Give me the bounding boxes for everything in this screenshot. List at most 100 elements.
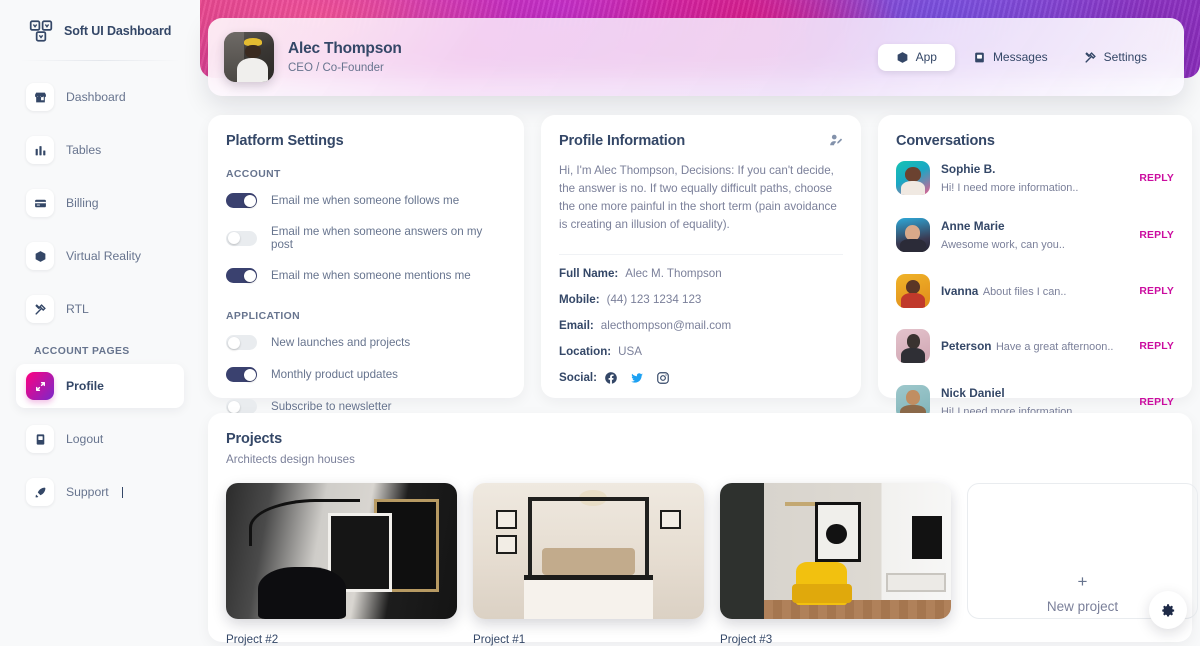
conversation-name: Peterson xyxy=(941,339,992,353)
brand[interactable]: Soft UI Dashboard xyxy=(8,0,192,60)
sidebar-item-label: Logout xyxy=(66,432,104,446)
profile-icon xyxy=(26,372,54,400)
info-key: Social: xyxy=(559,371,598,385)
reply-button[interactable]: REPLY xyxy=(1139,397,1174,408)
project-name: Project #1 xyxy=(473,633,526,646)
main-content: Alec Thompson CEO / Co-Founder App Messa… xyxy=(200,0,1200,646)
toggle-email-mentions[interactable] xyxy=(226,268,257,283)
instagram-icon[interactable] xyxy=(656,371,670,385)
info-key: Full Name: xyxy=(559,266,619,280)
project-card[interactable]: Project #3 xyxy=(720,483,951,646)
setting-label: New launches and projects xyxy=(271,336,411,349)
conversation-name: Nick Daniel xyxy=(941,386,1005,400)
sidebar-nav: Dashboard Tables Billing Virtual Reality… xyxy=(8,75,192,514)
conversation-message: About files I can.. xyxy=(982,286,1067,298)
info-row-full-name: Full Name: Alec M. Thompson xyxy=(559,267,843,280)
profile-information-title: Profile Information xyxy=(559,133,686,149)
shop-icon xyxy=(26,83,54,111)
settings-fab-button[interactable] xyxy=(1149,591,1187,629)
divider xyxy=(559,253,843,255)
tab-label: App xyxy=(915,50,937,64)
setting-row: Email me when someone answers on my post xyxy=(226,216,506,259)
social-links xyxy=(604,371,670,385)
project-thumbnail[interactable] xyxy=(473,483,704,619)
user-role: CEO / Co-Founder xyxy=(288,62,384,74)
conversation-message: Awesome work, can you.. xyxy=(941,239,1065,251)
avatar xyxy=(896,274,930,308)
toggle-new-launches[interactable] xyxy=(226,335,257,350)
toggle-email-follows[interactable] xyxy=(226,193,257,208)
platform-settings-title: Platform Settings xyxy=(226,133,344,149)
reply-button[interactable]: REPLY xyxy=(1139,173,1174,184)
mail-icon xyxy=(973,51,986,64)
tab-messages[interactable]: Messages xyxy=(955,44,1066,71)
tools-icon xyxy=(26,295,54,323)
table-icon xyxy=(26,136,54,164)
sidebar-item-billing[interactable]: Billing xyxy=(16,181,184,225)
application-subheading: APPLICATION xyxy=(226,311,301,322)
info-value: USA xyxy=(618,344,643,358)
list-item[interactable]: Peterson Have a great afternoon.. REPLY xyxy=(896,318,1174,373)
tab-label: Settings xyxy=(1103,50,1147,64)
sidebar-item-dashboard[interactable]: Dashboard xyxy=(16,75,184,119)
conversation-name: Anne Marie xyxy=(941,219,1005,233)
tab-label: Messages xyxy=(992,50,1048,64)
edit-profile-icon[interactable] xyxy=(829,133,843,147)
facebook-icon[interactable] xyxy=(604,371,618,385)
document-icon xyxy=(26,425,54,453)
project-thumbnail[interactable] xyxy=(720,483,951,619)
toggle-newsletter[interactable] xyxy=(226,399,257,414)
header-user-info: Alec Thompson CEO / Co-Founder xyxy=(288,40,402,74)
twitter-icon[interactable] xyxy=(630,371,644,385)
sidebar-item-profile[interactable]: Profile xyxy=(16,364,184,408)
sidebar-section-title: ACCOUNT PAGES xyxy=(34,346,130,357)
info-value: Alec M. Thompson xyxy=(625,266,722,280)
reply-button[interactable]: REPLY xyxy=(1139,230,1174,241)
reply-button[interactable]: REPLY xyxy=(1139,341,1174,352)
sidebar-item-virtual-reality[interactable]: Virtual Reality xyxy=(16,234,184,278)
soft-ui-logo-icon xyxy=(28,18,54,44)
plus-icon: + xyxy=(1077,572,1088,591)
sidebar-item-label: Billing xyxy=(66,196,99,210)
tab-app[interactable]: App xyxy=(877,43,955,71)
reply-button[interactable]: REPLY xyxy=(1139,286,1174,297)
info-key: Email: xyxy=(559,318,594,332)
project-thumbnail[interactable] xyxy=(226,483,457,619)
project-card[interactable]: Project #2 xyxy=(226,483,457,646)
list-item[interactable]: Sophie B. Hi! I need more information.. … xyxy=(896,149,1174,206)
list-item[interactable]: Anne Marie Awesome work, can you.. REPLY xyxy=(896,206,1174,263)
setting-row: New launches and projects xyxy=(226,326,506,358)
setting-label: Monthly product updates xyxy=(271,368,398,381)
projects-subtitle: Architects design houses xyxy=(226,453,355,466)
text-cursor xyxy=(121,486,123,498)
sidebar-item-logout[interactable]: Logout xyxy=(16,417,184,461)
sidebar-item-label: Dashboard xyxy=(66,90,126,104)
page-title: Alec Thompson xyxy=(288,40,402,57)
profile-information-card: Profile Information Hi, I'm Alec Thompso… xyxy=(541,115,861,398)
sidebar-item-support[interactable]: Support xyxy=(16,470,184,514)
sidebar: Soft UI Dashboard Dashboard Tables Billi… xyxy=(0,0,200,642)
info-row-mobile: Mobile: (44) 123 1234 123 xyxy=(559,293,843,306)
toggle-monthly-updates[interactable] xyxy=(226,367,257,382)
setting-label: Subscribe to newsletter xyxy=(271,400,392,413)
project-card[interactable]: Project #1 xyxy=(473,483,704,646)
list-item[interactable]: Ivanna About files I can.. REPLY xyxy=(896,263,1174,318)
tab-settings[interactable]: Settings xyxy=(1066,44,1165,71)
avatar xyxy=(896,161,930,195)
credit-card-icon xyxy=(26,189,54,217)
rocket-icon xyxy=(26,478,54,506)
avatar[interactable] xyxy=(224,32,274,82)
header-tabs: App Messages Settings xyxy=(875,41,1168,74)
platform-settings-card: Platform Settings ACCOUNT Email me when … xyxy=(208,115,524,414)
conversations-card: Conversations Sophie B. Hi! I need more … xyxy=(878,115,1192,419)
info-key: Location: xyxy=(559,344,612,358)
info-row-location: Location: USA xyxy=(559,345,843,358)
sidebar-item-rtl[interactable]: RTL xyxy=(16,287,184,331)
toggle-email-answers[interactable] xyxy=(226,230,257,246)
sidebar-item-label: Support xyxy=(66,485,109,499)
cards-row: Platform Settings ACCOUNT Email me when … xyxy=(208,115,1192,419)
conversations-title: Conversations xyxy=(896,133,995,149)
sidebar-item-label: Virtual Reality xyxy=(66,249,141,263)
info-value: alecthompson@mail.com xyxy=(600,318,732,332)
sidebar-item-tables[interactable]: Tables xyxy=(16,128,184,172)
